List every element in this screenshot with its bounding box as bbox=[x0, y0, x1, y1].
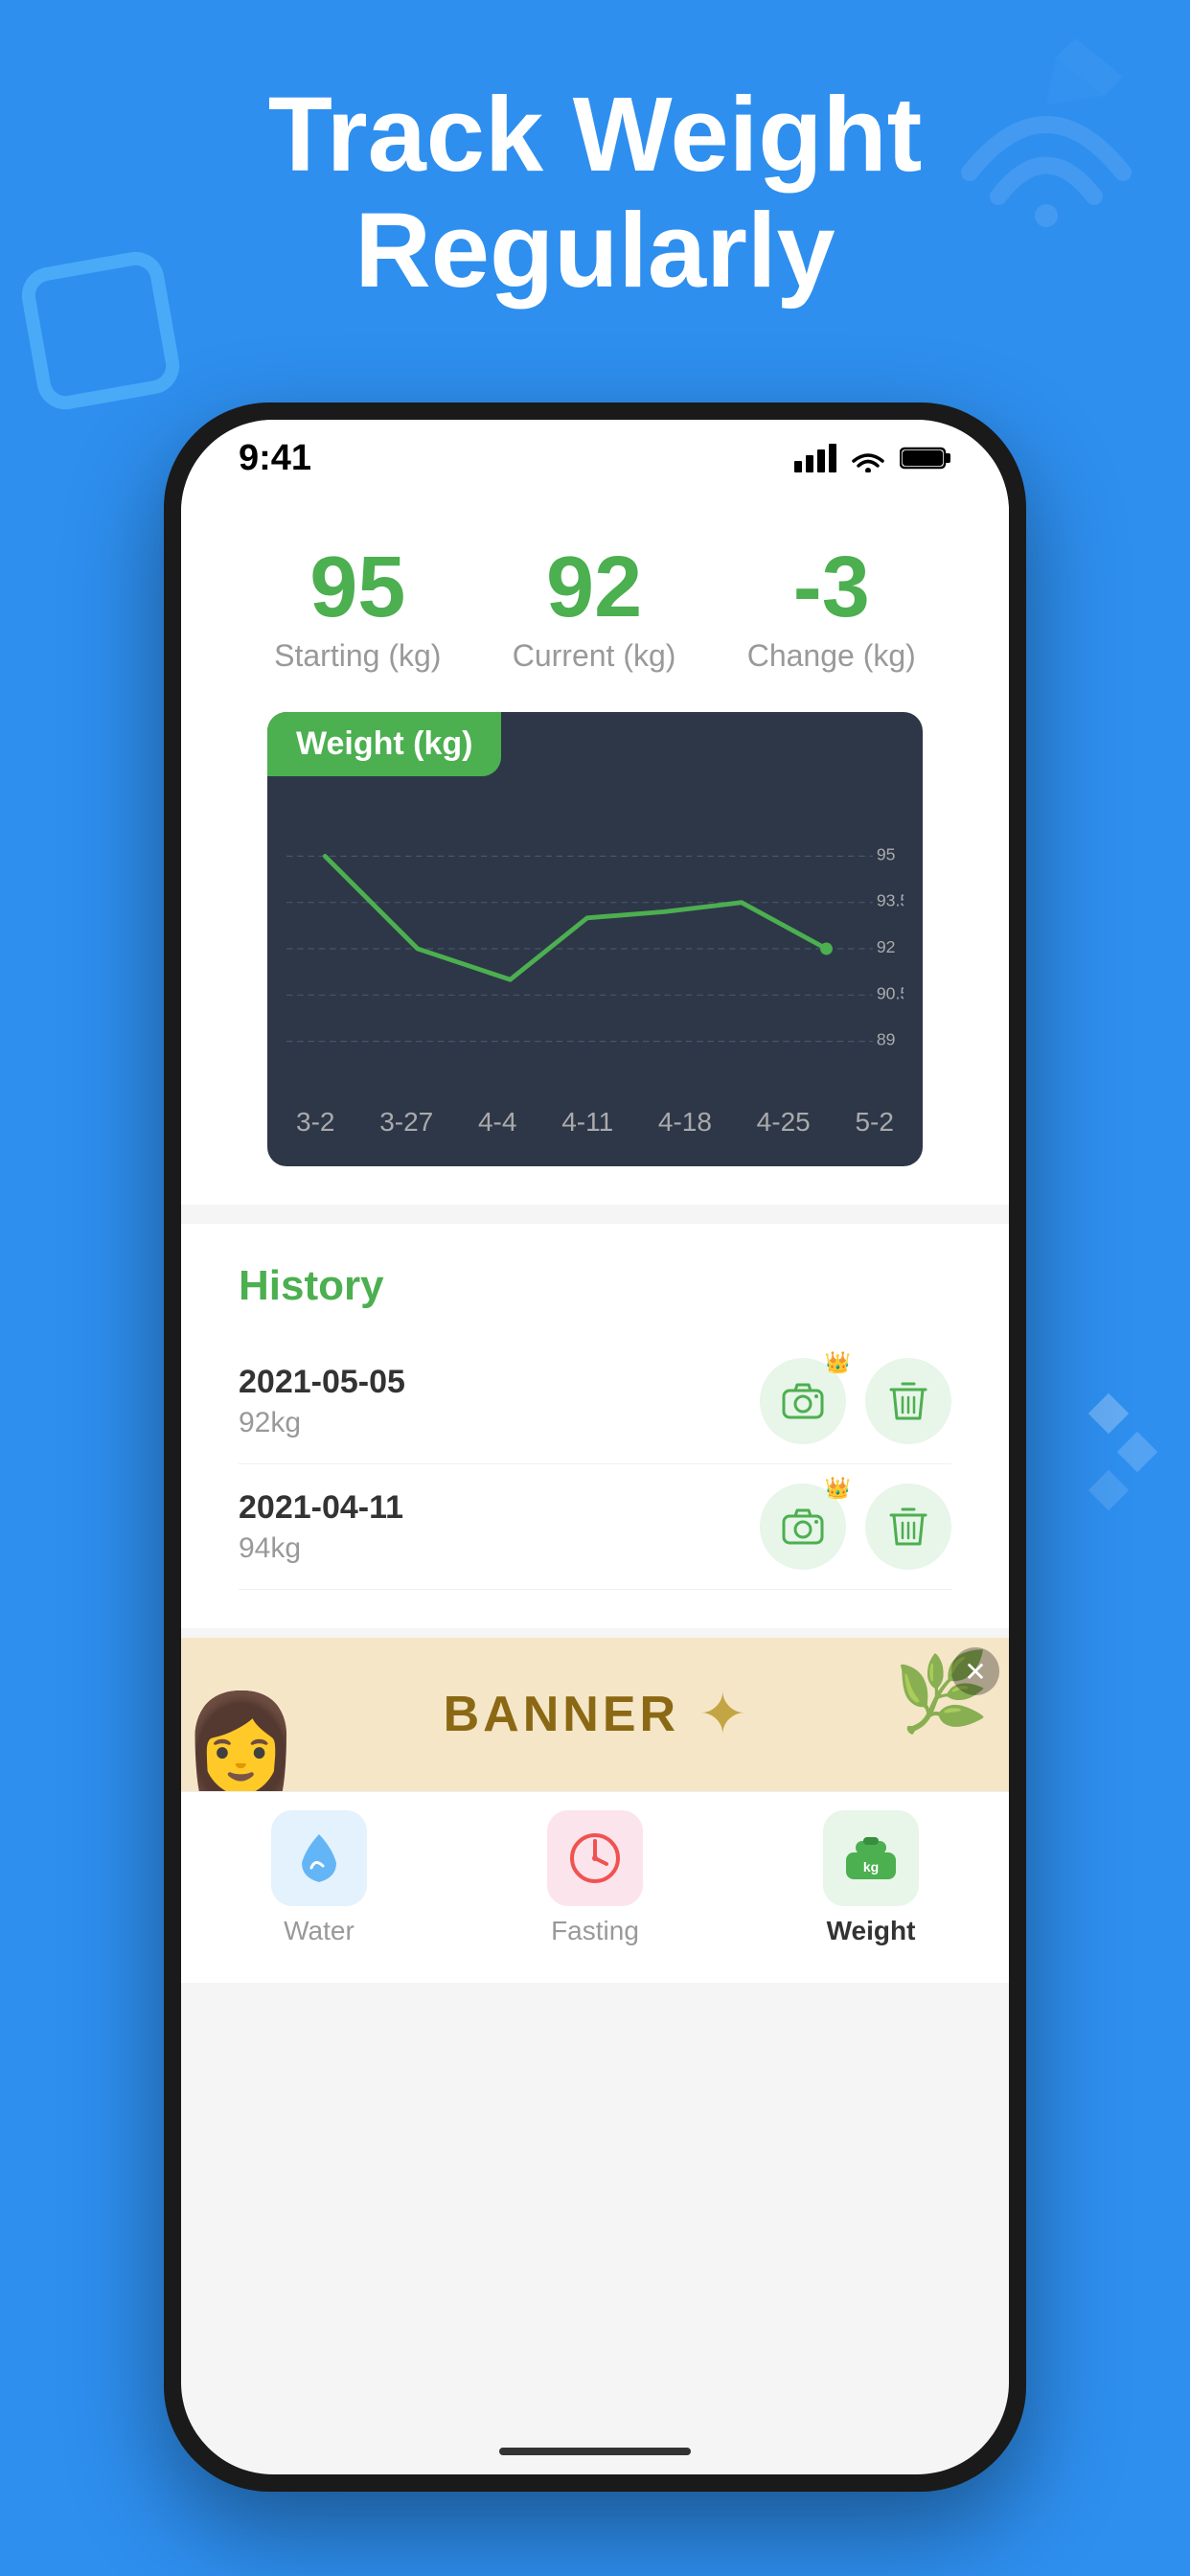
svg-text:kg: kg bbox=[863, 1859, 879, 1874]
svg-text:92: 92 bbox=[877, 937, 896, 956]
banner-plus-icon: ✦ bbox=[698, 1681, 746, 1748]
svg-text:90.5: 90.5 bbox=[877, 983, 904, 1002]
stat-starting: 95 Starting (kg) bbox=[274, 544, 441, 674]
x-label-1: 3-2 bbox=[296, 1107, 334, 1138]
current-label: Current (kg) bbox=[513, 638, 676, 674]
x-label-2: 3-27 bbox=[379, 1107, 433, 1138]
change-label: Change (kg) bbox=[747, 638, 916, 674]
nav-item-fasting[interactable]: Fasting bbox=[547, 1810, 643, 1946]
water-nav-icon-wrap bbox=[271, 1810, 367, 1906]
delete-button-1[interactable] bbox=[865, 1358, 951, 1444]
crown-badge-1: 👑 bbox=[825, 1350, 851, 1375]
svg-text:93.5: 93.5 bbox=[877, 891, 904, 910]
signal-icon bbox=[794, 444, 836, 472]
chart-body: 95 93.5 92 90.5 89 bbox=[267, 776, 923, 1166]
history-section: History 2021-05-05 92kg 👑 bbox=[181, 1224, 1009, 1628]
weight-nav-icon-wrap: kg bbox=[823, 1810, 919, 1906]
x-label-5: 4-18 bbox=[658, 1107, 712, 1138]
status-icons bbox=[794, 444, 951, 472]
phone-screen: 9:41 bbox=[181, 420, 1009, 2474]
water-icon bbox=[294, 1829, 344, 1887]
camera-icon-1 bbox=[782, 1383, 824, 1419]
chart-header: Weight (kg) bbox=[267, 712, 501, 776]
phone-mockup: 9:41 bbox=[164, 402, 1026, 2492]
camera-icon-2 bbox=[782, 1508, 824, 1545]
history-weight-2: 94kg bbox=[239, 1532, 403, 1565]
x-label-6: 4-25 bbox=[757, 1107, 811, 1138]
stat-current: 92 Current (kg) bbox=[513, 544, 676, 674]
status-time: 9:41 bbox=[239, 438, 311, 479]
nav-item-water[interactable]: Water bbox=[271, 1810, 367, 1946]
chart-title: Weight (kg) bbox=[296, 725, 472, 762]
stats-row: 95 Starting (kg) 92 Current (kg) -3 Chan… bbox=[239, 544, 951, 674]
delete-button-2[interactable] bbox=[865, 1484, 951, 1570]
history-weight-1: 92kg bbox=[239, 1407, 405, 1439]
current-value: 92 bbox=[513, 544, 676, 631]
camera-button-1[interactable]: 👑 bbox=[760, 1358, 846, 1444]
banner-area[interactable]: 👩 BANNER ✦ 🌿 ✕ bbox=[181, 1638, 1009, 1791]
banner-close-button[interactable]: ✕ bbox=[951, 1647, 999, 1695]
stats-card: 95 Starting (kg) 92 Current (kg) -3 Chan… bbox=[181, 496, 1009, 1205]
fasting-nav-icon-wrap bbox=[547, 1810, 643, 1906]
change-value: -3 bbox=[747, 544, 916, 631]
nav-item-weight[interactable]: kg Weight bbox=[823, 1810, 919, 1946]
trash-icon-1 bbox=[889, 1380, 927, 1422]
wifi-icon bbox=[850, 444, 886, 472]
x-label-3: 4-4 bbox=[478, 1107, 516, 1138]
history-item-info-1: 2021-05-05 92kg bbox=[239, 1364, 405, 1439]
history-actions-2: 👑 bbox=[760, 1484, 951, 1570]
crown-badge-2: 👑 bbox=[825, 1476, 851, 1501]
svg-text:95: 95 bbox=[877, 844, 896, 863]
x-label-7: 5-2 bbox=[855, 1107, 893, 1138]
bg-diamonds-decor bbox=[1085, 1390, 1161, 1514]
history-title: History bbox=[239, 1262, 951, 1310]
fasting-nav-label: Fasting bbox=[551, 1916, 639, 1946]
fasting-icon bbox=[568, 1831, 622, 1885]
history-date-2: 2021-04-11 bbox=[239, 1489, 403, 1527]
banner-girl-illustration: 👩 bbox=[181, 1695, 301, 1791]
svg-text:89: 89 bbox=[877, 1030, 896, 1049]
water-nav-label: Water bbox=[284, 1916, 355, 1946]
chart-x-labels: 3-2 3-27 4-4 4-11 4-18 4-25 5-2 bbox=[286, 1107, 904, 1138]
weight-icon: kg bbox=[842, 1833, 900, 1883]
camera-button-2[interactable]: 👑 bbox=[760, 1484, 846, 1570]
status-bar: 9:41 bbox=[181, 420, 1009, 496]
history-item-2: 2021-04-11 94kg 👑 bbox=[239, 1464, 951, 1590]
stat-change: -3 Change (kg) bbox=[747, 544, 916, 674]
history-date-1: 2021-05-05 bbox=[239, 1364, 405, 1401]
x-label-4: 4-11 bbox=[561, 1107, 613, 1138]
history-item: 2021-05-05 92kg 👑 bbox=[239, 1339, 951, 1464]
hero-title: Track Weight Regularly bbox=[0, 77, 1190, 309]
weight-chart-svg: 95 93.5 92 90.5 89 bbox=[286, 795, 904, 1102]
home-indicator bbox=[499, 2448, 691, 2455]
banner-text: BANNER bbox=[444, 1686, 679, 1743]
trash-icon-2 bbox=[889, 1506, 927, 1548]
history-item-info-2: 2021-04-11 94kg bbox=[239, 1489, 403, 1565]
weight-chart-container: Weight (kg) 95 93.5 92 90.5 bbox=[267, 712, 923, 1166]
starting-value: 95 bbox=[274, 544, 441, 631]
battery-icon bbox=[900, 446, 951, 471]
bottom-nav: Water Fasting bbox=[181, 1791, 1009, 1983]
history-actions-1: 👑 bbox=[760, 1358, 951, 1444]
starting-label: Starting (kg) bbox=[274, 638, 441, 674]
weight-nav-label: Weight bbox=[827, 1916, 916, 1946]
